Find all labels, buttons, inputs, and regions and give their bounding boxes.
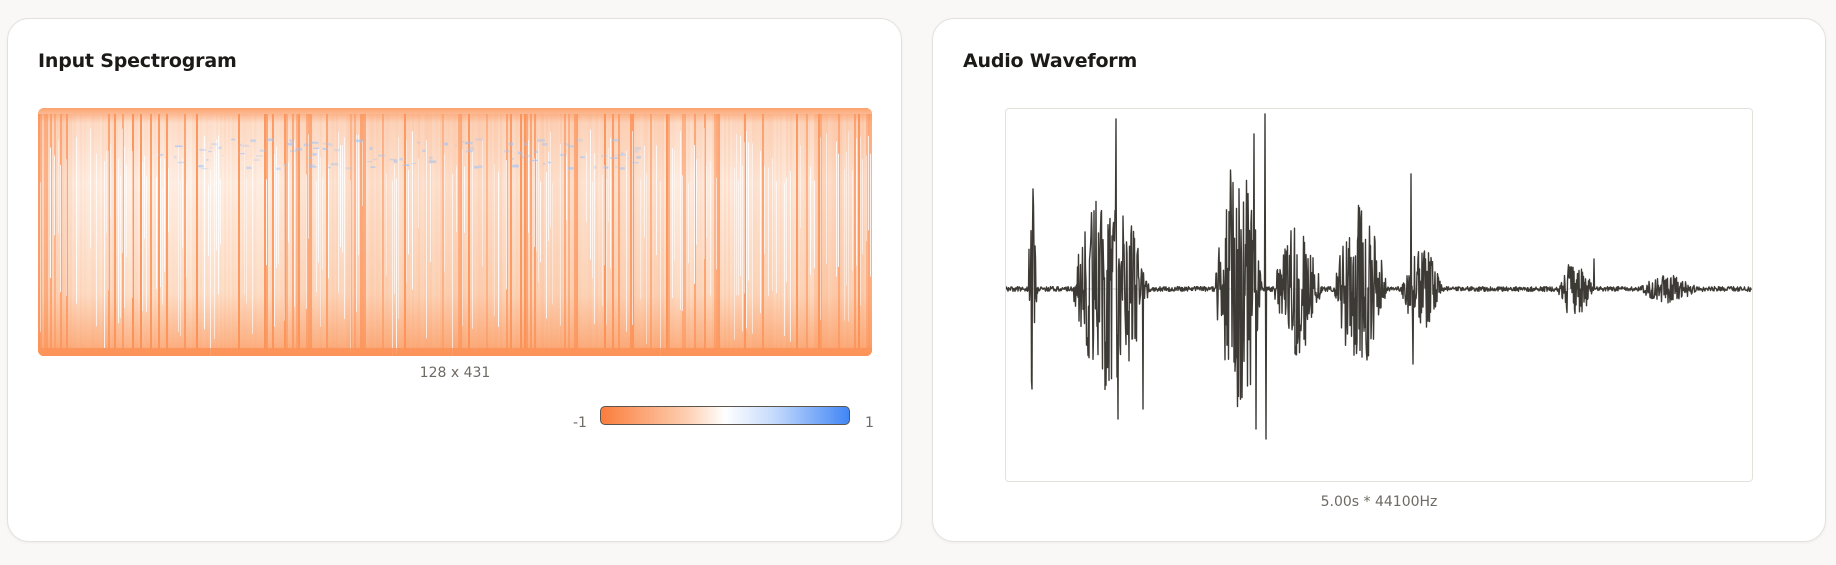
waveform-title: Audio Waveform: [963, 50, 1138, 72]
waveform-plot: [1005, 108, 1753, 482]
colorbar-max-label: 1: [865, 415, 874, 431]
waveform-canvas: [1006, 113, 1752, 440]
colorbar: [600, 406, 850, 425]
waveform-card: Audio Waveform 5.00s * 44100Hz: [932, 18, 1826, 542]
spectrogram-dimensions: 128 x 431: [419, 365, 491, 381]
waveform-meta: 5.00s * 44100Hz: [1320, 494, 1438, 510]
spectrogram-title: Input Spectrogram: [38, 50, 237, 72]
spectrogram-canvas: [38, 108, 872, 356]
spectrogram-card: Input Spectrogram 128 x 431 -1 1: [7, 18, 902, 542]
spectrogram-image: [38, 108, 872, 356]
colorbar-min-label: -1: [573, 415, 587, 431]
panels-container: Input Spectrogram 128 x 431 -1 1 Audio W…: [0, 0, 1836, 565]
